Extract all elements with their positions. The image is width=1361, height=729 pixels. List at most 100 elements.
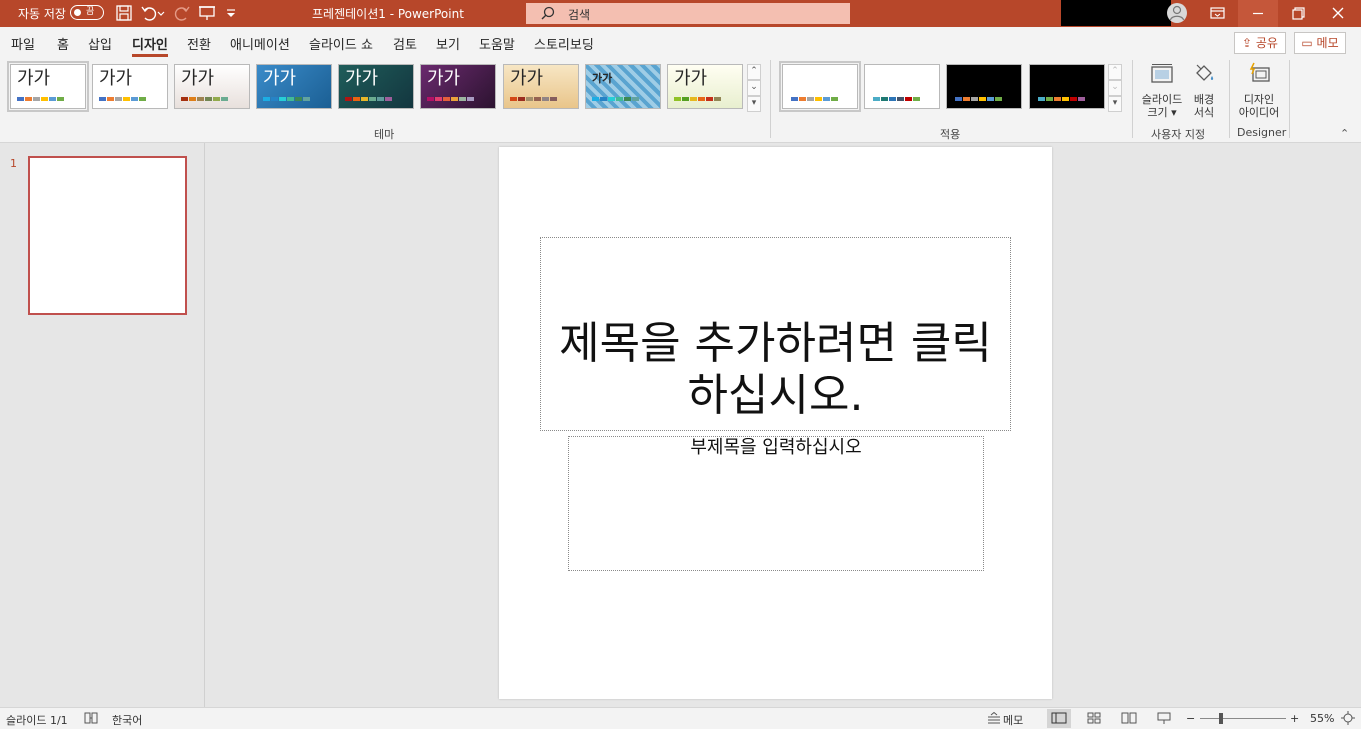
- theme-sample-text: 가가: [181, 68, 215, 89]
- design-ideas-button[interactable]: 디자인 아이디어: [1235, 61, 1283, 119]
- tab-help[interactable]: 도움말: [479, 34, 515, 53]
- theme-ion[interactable]: 가가: [256, 64, 332, 109]
- autosave-toggle[interactable]: 끔: [70, 5, 104, 20]
- customize-group-label: 사용자 지정: [1151, 128, 1206, 141]
- theme-wood-type[interactable]: 가가: [503, 64, 579, 109]
- tab-slideshow[interactable]: 슬라이드 쇼: [309, 34, 373, 53]
- group-divider: [1132, 60, 1133, 138]
- notes-button[interactable]: 메모: [1003, 712, 1023, 728]
- slide-counter: 슬라이드 1/1: [6, 714, 68, 727]
- theme-gallery-more[interactable]: ▾: [747, 96, 761, 112]
- variant-4[interactable]: [1029, 64, 1105, 109]
- tab-home[interactable]: 홈: [57, 34, 69, 53]
- variants-group-label: 적용: [940, 128, 961, 141]
- share-button[interactable]: ⇪ 공유: [1234, 32, 1286, 54]
- variant-colors: [955, 97, 1002, 101]
- theme-sample-text: 가가: [427, 68, 461, 89]
- variant-gallery-down[interactable]: ⌄: [1108, 80, 1122, 96]
- theme-circuit[interactable]: 가가: [585, 64, 661, 109]
- save-icon[interactable]: [114, 4, 134, 22]
- format-bg-label-2: 서식: [1193, 106, 1215, 119]
- accessibility-book-icon[interactable]: [83, 711, 99, 725]
- group-divider: [1229, 60, 1230, 138]
- share-label: 공유: [1255, 36, 1278, 50]
- zoom-slider[interactable]: [1200, 718, 1286, 719]
- slide-editor: 제목을 추가하려면 클릭하십시오. 부제목을 입력하십시오: [206, 143, 1361, 707]
- theme-gallery-up[interactable]: ⌃: [747, 64, 761, 80]
- tab-design[interactable]: 디자인: [132, 34, 168, 57]
- normal-view-icon[interactable]: [1051, 711, 1067, 725]
- slide-size-button[interactable]: 슬라이드 크기 ▾: [1138, 61, 1186, 119]
- theme-gallery-down[interactable]: ⌄: [747, 80, 761, 96]
- comments-label: 메모: [1316, 36, 1339, 50]
- collapse-ribbon-icon[interactable]: ⌃: [1340, 127, 1349, 140]
- autosave-state: 끔: [86, 7, 95, 17]
- theme-sample-text: 가가: [592, 72, 613, 85]
- close-icon[interactable]: [1318, 0, 1358, 27]
- fit-to-window-icon[interactable]: [1340, 711, 1356, 725]
- zoom-slider-thumb[interactable]: [1219, 713, 1223, 724]
- document-title: 프레젠테이션1 - PowerPoint: [312, 7, 464, 21]
- customize-qat-icon[interactable]: [224, 4, 238, 22]
- ribbon-tabs: 파일 홈 삽입 디자인 전환 애니메이션 슬라이드 쇼 검토 보기 도움말 스토…: [0, 27, 1361, 57]
- search-icon: [541, 6, 555, 20]
- variant-colors: [873, 97, 920, 101]
- theme-sample-text: 가가: [99, 68, 133, 89]
- design-ideas-label-1: 디자인: [1243, 93, 1275, 106]
- tab-transitions[interactable]: 전환: [187, 34, 211, 53]
- minimize-icon[interactable]: [1238, 0, 1278, 27]
- slide-thumbnail[interactable]: [28, 156, 187, 315]
- avatar[interactable]: [1167, 3, 1187, 23]
- tab-view[interactable]: 보기: [436, 34, 460, 53]
- restore-icon[interactable]: [1278, 0, 1318, 27]
- undo-dropdown-icon[interactable]: [156, 4, 166, 22]
- tab-file[interactable]: 파일: [11, 34, 35, 53]
- search-box[interactable]: 검색: [526, 3, 850, 24]
- slide-size-label-2: 크기 ▾: [1147, 106, 1177, 119]
- theme-sample-text: 가가: [510, 68, 544, 89]
- theme-colors: [17, 97, 64, 101]
- variant-2[interactable]: [864, 64, 940, 109]
- language-indicator[interactable]: 한국어: [112, 712, 142, 728]
- slide-sorter-icon[interactable]: [1086, 711, 1102, 725]
- title-placeholder[interactable]: 제목을 추가하려면 클릭하십시오.: [540, 237, 1011, 431]
- status-bar: 슬라이드 1/1 한국어 메모 − + 55%: [0, 707, 1361, 729]
- variant-1[interactable]: [779, 61, 861, 112]
- redo-icon[interactable]: [172, 4, 192, 22]
- tab-animations[interactable]: 애니메이션: [230, 34, 290, 53]
- variant-gallery-up[interactable]: ⌃: [1108, 64, 1122, 80]
- theme-sample-text: 가가: [345, 68, 379, 89]
- theme-sample-text: 가가: [17, 68, 51, 89]
- theme-ion-board[interactable]: 가가: [420, 64, 496, 109]
- zoom-level[interactable]: 55%: [1310, 712, 1334, 725]
- notes-icon[interactable]: [986, 711, 1002, 725]
- ribbon-display-options-icon[interactable]: [1198, 0, 1238, 27]
- format-background-button[interactable]: 배경 서식: [1188, 61, 1220, 119]
- variant-3[interactable]: [946, 64, 1022, 109]
- start-slideshow-icon[interactable]: [197, 4, 217, 22]
- theme-savon[interactable]: 가가: [667, 64, 743, 109]
- slideshow-view-icon[interactable]: [1156, 711, 1172, 725]
- tab-review[interactable]: 검토: [393, 34, 417, 53]
- variant-colors: [1038, 97, 1085, 101]
- title-bar: 자동 저장 끔 프레젠테이션1 - PowerPoint 검색: [0, 0, 1361, 27]
- account-name-redacted[interactable]: [1061, 0, 1171, 26]
- subtitle-placeholder[interactable]: 부제목을 입력하십시오: [568, 436, 984, 571]
- theme-sample-text: 가가: [263, 68, 297, 89]
- reading-view-icon[interactable]: [1121, 711, 1137, 725]
- designer-group-label: Designer: [1237, 126, 1287, 139]
- slide[interactable]: 제목을 추가하려면 클릭하십시오. 부제목을 입력하십시오: [499, 147, 1052, 699]
- zoom-out-button[interactable]: −: [1186, 712, 1195, 725]
- variant-gallery-more[interactable]: ▾: [1108, 96, 1122, 112]
- tab-insert[interactable]: 삽입: [88, 34, 112, 53]
- autosave-label: 자동 저장: [18, 7, 66, 21]
- theme-organic[interactable]: 가가: [338, 64, 414, 109]
- theme-office-2[interactable]: 가가: [92, 64, 168, 109]
- theme-colors: [674, 97, 721, 101]
- theme-office[interactable]: 가가: [7, 61, 89, 112]
- tab-storyboarding[interactable]: 스토리보딩: [534, 34, 594, 53]
- comments-button[interactable]: ▭ 메모: [1294, 32, 1346, 54]
- zoom-in-button[interactable]: +: [1290, 712, 1299, 725]
- theme-facet[interactable]: 가가: [174, 64, 250, 109]
- search-placeholder: 검색: [568, 8, 591, 22]
